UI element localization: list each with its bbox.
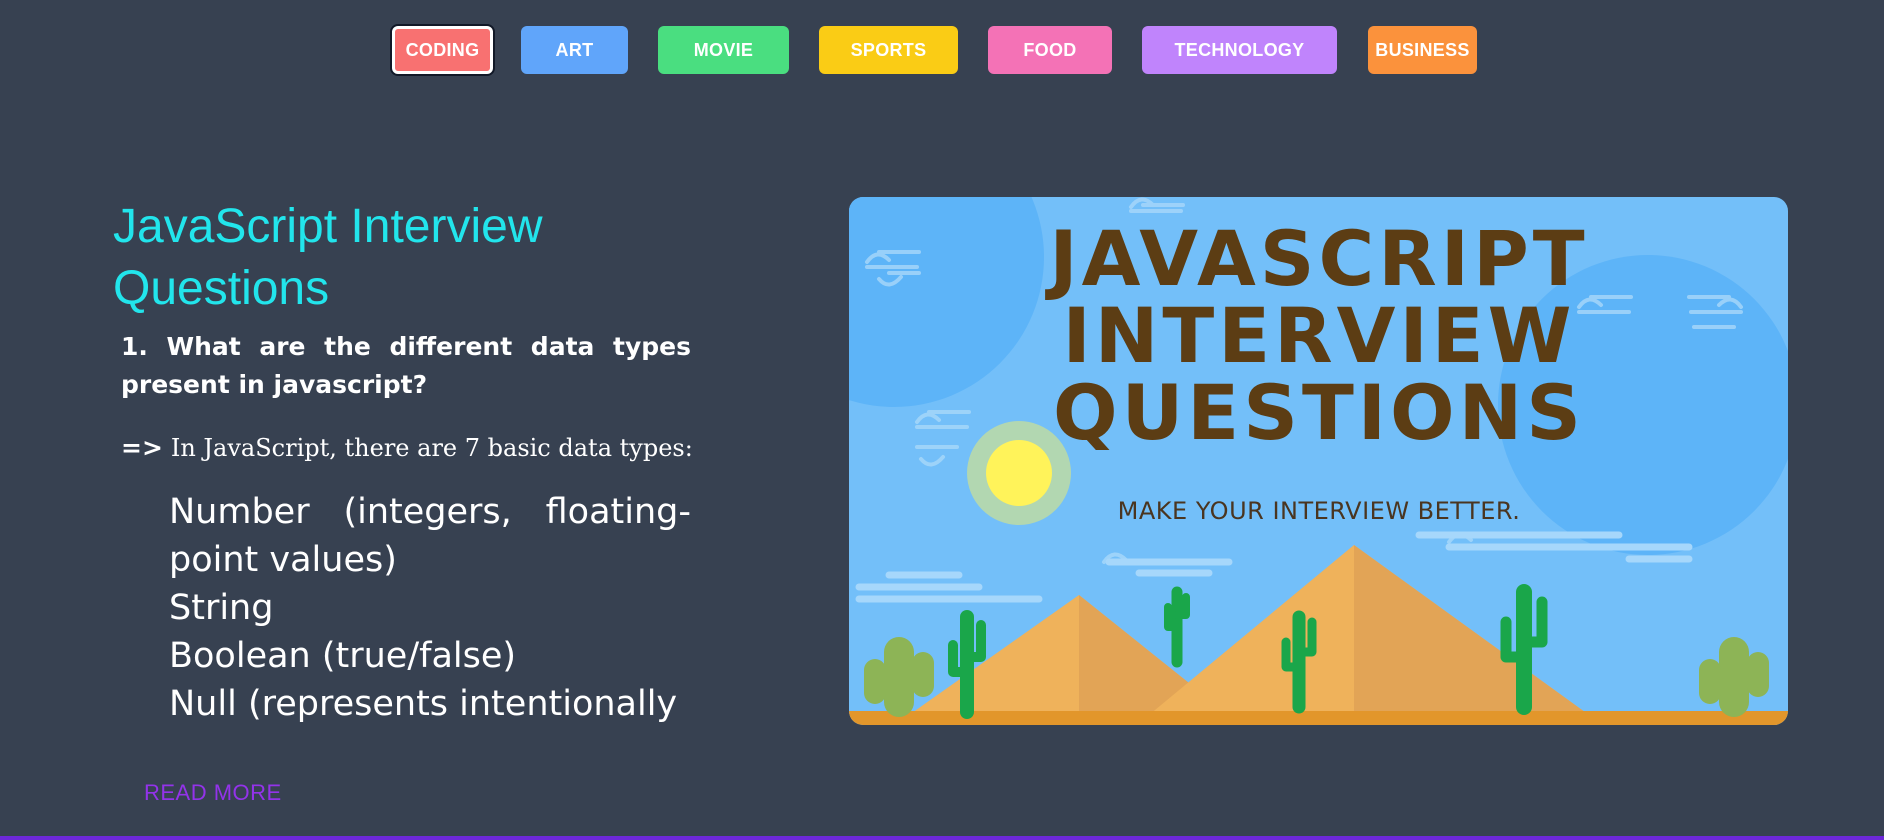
bottom-divider [0,836,1884,840]
list-item: Null (represents intentionally [169,684,678,724]
category-coding-button[interactable]: CODING [392,26,493,74]
list-item: Boolean (true/false) [169,636,517,676]
hero-heading: JAVASCRIPT INTERVIEW QUESTIONS [1044,214,1588,457]
hero-heading-line: INTERVIEW [1062,291,1575,380]
category-sports-button[interactable]: SPORTS [819,26,958,74]
read-more-link[interactable]: READ MORE [144,780,282,806]
answer-arrow: => [121,433,163,462]
hero-heading-line: JAVASCRIPT [1044,214,1588,303]
list-item: Number (integers, floating-point values) [169,492,691,580]
category-business-button[interactable]: BUSINESS [1368,26,1477,74]
category-food-button[interactable]: FOOD [988,26,1112,74]
hero-tagline: MAKE YOUR INTERVIEW BETTER. [1118,497,1521,525]
data-types-list: Number (integers, floating-point values)… [169,488,691,728]
category-technology-button[interactable]: TECHNOLOGY [1142,26,1337,74]
question-text: 1. What are the different data types pre… [121,332,691,399]
answer-text: In JavaScript, there are 7 basic data ty… [170,434,693,462]
hero-heading-line: QUESTIONS [1053,368,1585,457]
category-movie-button[interactable]: MOVIE [658,26,789,74]
category-nav: CODING ART MOVIE SPORTS FOOD TECHNOLOGY … [0,26,1884,74]
list-item: String [169,588,274,628]
answer-intro: => In JavaScript, there are 7 basic data… [121,432,693,464]
sun [986,440,1052,506]
category-art-button[interactable]: ART [521,26,628,74]
hero-image: JAVASCRIPT INTERVIEW QUESTIONS MAKE YOUR… [849,197,1788,725]
article-title: JavaScript Interview Questions [113,200,543,315]
